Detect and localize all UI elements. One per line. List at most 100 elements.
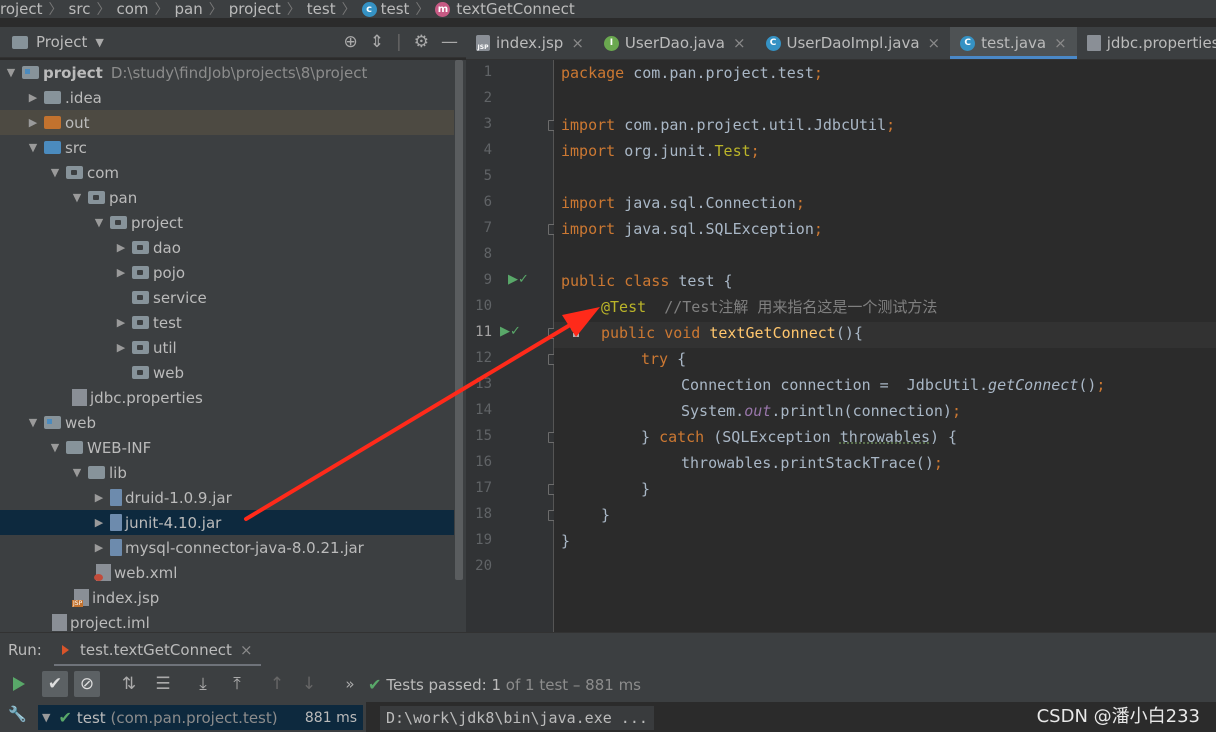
show-passed-toggle[interactable]: ✔ xyxy=(42,671,68,697)
play-icon xyxy=(13,677,25,691)
line-number: 12 xyxy=(475,350,492,366)
tree-item-label: out xyxy=(65,113,90,132)
tree-item-test[interactable]: ▶ test xyxy=(0,310,454,335)
breadcrumb-item-project-pkg[interactable]: project xyxy=(229,0,281,18)
tab-userdaoimpl-java[interactable]: C UserDaoImpl.java × xyxy=(756,27,951,59)
breadcrumb-item-com[interactable]: com xyxy=(116,0,148,18)
breadcrumb-item-pan[interactable]: pan xyxy=(175,0,203,18)
sort-alpha-button[interactable]: ⇅ xyxy=(116,671,142,697)
console-output[interactable]: D:\work\jdk8\bin\java.exe ... xyxy=(380,706,654,730)
expand-arrow-icon[interactable]: ▼ xyxy=(4,66,18,79)
tab-label: test.java xyxy=(981,34,1047,52)
breadcrumb-item-project[interactable]: roject xyxy=(0,0,43,18)
expand-arrow-icon[interactable]: ▼ xyxy=(92,216,106,229)
tree-item-dao[interactable]: ▶ dao xyxy=(0,235,454,260)
run-test-class-icon[interactable]: ▶✓ xyxy=(508,272,529,287)
code-line: import org.junit.Test; xyxy=(561,142,760,160)
expand-all-button[interactable]: ⤓ xyxy=(190,671,216,697)
breadcrumb-item-test-class[interactable]: c test xyxy=(361,0,409,18)
tab-label: jdbc.properties xyxy=(1106,34,1216,52)
expand-arrow-icon[interactable]: ▼ xyxy=(48,441,62,454)
tree-item-com[interactable]: ▼ com xyxy=(0,160,454,185)
rerun-button[interactable] xyxy=(6,671,32,697)
breadcrumb-item-method[interactable]: m textGetConnect xyxy=(435,0,575,18)
collapse-arrow-icon[interactable]: ▶ xyxy=(114,266,128,279)
expand-arrow-icon[interactable]: ▼ xyxy=(70,466,84,479)
tree-item-web-xml[interactable]: web.xml xyxy=(0,560,454,585)
collapse-arrow-icon[interactable]: ▶ xyxy=(92,516,106,529)
expand-arrow-icon[interactable]: ▼ xyxy=(26,141,40,154)
collapse-arrow-icon[interactable]: ▶ xyxy=(92,541,106,554)
line-number: 10 xyxy=(475,298,492,314)
show-ignored-toggle[interactable]: ⊘ xyxy=(74,671,100,697)
close-icon[interactable]: × xyxy=(1054,34,1067,52)
target-icon[interactable]: ⊕ xyxy=(344,32,358,52)
close-icon[interactable]: × xyxy=(240,641,253,659)
code-line: throwables.printStackTrace(); xyxy=(681,454,943,472)
code-editor[interactable]: package com.pan.project.test; import com… xyxy=(554,60,1216,632)
tab-index-jsp[interactable]: JSP index.jsp × xyxy=(466,27,594,59)
tree-item-web[interactable]: ▼ web xyxy=(0,410,454,435)
code-line: } xyxy=(641,480,651,498)
run-test-method-icon[interactable]: ▶✓ xyxy=(500,324,521,339)
test-result-row[interactable]: ▼ ✔ test (com.pan.project.test) 881 ms xyxy=(38,705,363,730)
collapse-arrow-icon[interactable]: ▶ xyxy=(92,491,106,504)
project-view-selector[interactable]: Project ▼ xyxy=(12,33,104,51)
editor-gutter[interactable]: 1 2 3 4 5 6 7 8 9 10 11 12 13 14 15 16 1… xyxy=(466,60,557,632)
tab-jdbc-properties[interactable]: jdbc.properties xyxy=(1077,27,1216,59)
expand-arrow-icon[interactable]: ▼ xyxy=(48,166,62,179)
tree-item-src[interactable]: ▼ src xyxy=(0,135,454,160)
code-line: try { xyxy=(641,350,687,368)
line-number: 1 xyxy=(483,64,492,80)
tree-item-project-root[interactable]: ▼ project D:\study\findJob\projects\8\pr… xyxy=(0,60,454,85)
next-failed-button[interactable]: ↓ xyxy=(296,671,322,697)
tree-item-lib[interactable]: ▼ lib xyxy=(0,460,454,485)
folder-icon xyxy=(88,466,105,479)
previous-failed-button[interactable]: ↑ xyxy=(264,671,290,697)
tree-item-mysql-jar[interactable]: ▶ mysql-connector-java-8.0.21.jar xyxy=(0,535,454,560)
tree-item-web-pkg[interactable]: web xyxy=(0,360,454,385)
tree-item-service[interactable]: service xyxy=(0,285,454,310)
close-icon[interactable]: × xyxy=(928,34,941,52)
tree-item-jdbc-properties[interactable]: jdbc.properties xyxy=(0,385,454,410)
collapse-arrow-icon[interactable]: ▶ xyxy=(26,91,40,104)
minimize-icon[interactable]: — xyxy=(441,32,458,52)
collapse-icon[interactable]: ⇕ xyxy=(370,32,384,52)
breadcrumb-item-src[interactable]: src xyxy=(69,0,91,18)
collapse-arrow-icon[interactable]: ▶ xyxy=(114,316,128,329)
tree-item-web-inf[interactable]: ▼ WEB-INF xyxy=(0,435,454,460)
close-icon[interactable]: × xyxy=(571,34,584,52)
tab-userdao-java[interactable]: I UserDao.java × xyxy=(594,27,756,59)
run-tab[interactable]: test.textGetConnect × xyxy=(54,633,261,667)
collapse-arrow-icon[interactable]: ▶ xyxy=(26,116,40,129)
sort-duration-button[interactable]: ☰ xyxy=(150,671,176,697)
line-number: 6 xyxy=(483,194,492,210)
lightbulb-icon[interactable] xyxy=(570,322,582,338)
more-actions-button[interactable]: » xyxy=(337,671,363,697)
tree-item-index-jsp[interactable]: index.jsp xyxy=(0,585,454,610)
tree-item-idea[interactable]: ▶ .idea xyxy=(0,85,454,110)
tree-item-junit-jar[interactable]: ▶ junit-4.10.jar xyxy=(0,510,454,535)
tree-scrollbar[interactable] xyxy=(455,60,463,580)
collapse-arrow-icon[interactable]: ▶ xyxy=(114,341,128,354)
tree-item-druid-jar[interactable]: ▶ druid-1.0.9.jar xyxy=(0,485,454,510)
tab-test-java[interactable]: C test.java × xyxy=(950,27,1077,59)
close-icon[interactable]: × xyxy=(733,34,746,52)
tree-item-project-iml[interactable]: project.iml xyxy=(0,610,454,632)
breadcrumb-item-test-pkg[interactable]: test xyxy=(307,0,336,18)
expand-arrow-icon[interactable]: ▼ xyxy=(70,191,84,204)
tree-item-pan[interactable]: ▼ pan xyxy=(0,185,454,210)
expand-arrow-icon[interactable]: ▼ xyxy=(42,711,50,724)
tree-item-pojo[interactable]: ▶ pojo xyxy=(0,260,454,285)
project-panel-tools: ⊕ ⇕ | ⚙ — xyxy=(344,32,458,52)
gear-icon[interactable]: ⚙ xyxy=(414,32,429,52)
tree-item-util[interactable]: ▶ util xyxy=(0,335,454,360)
tree-item-project-pkg[interactable]: ▼ project xyxy=(0,210,454,235)
code-line: System.out.println(connection); xyxy=(681,402,961,420)
tree-item-out[interactable]: ▶ out xyxy=(0,110,454,135)
collapse-all-button[interactable]: ⤒ xyxy=(224,671,250,697)
folder-icon xyxy=(12,35,28,49)
collapse-arrow-icon[interactable]: ▶ xyxy=(114,241,128,254)
interface-icon: I xyxy=(603,35,619,51)
expand-arrow-icon[interactable]: ▼ xyxy=(26,416,40,429)
